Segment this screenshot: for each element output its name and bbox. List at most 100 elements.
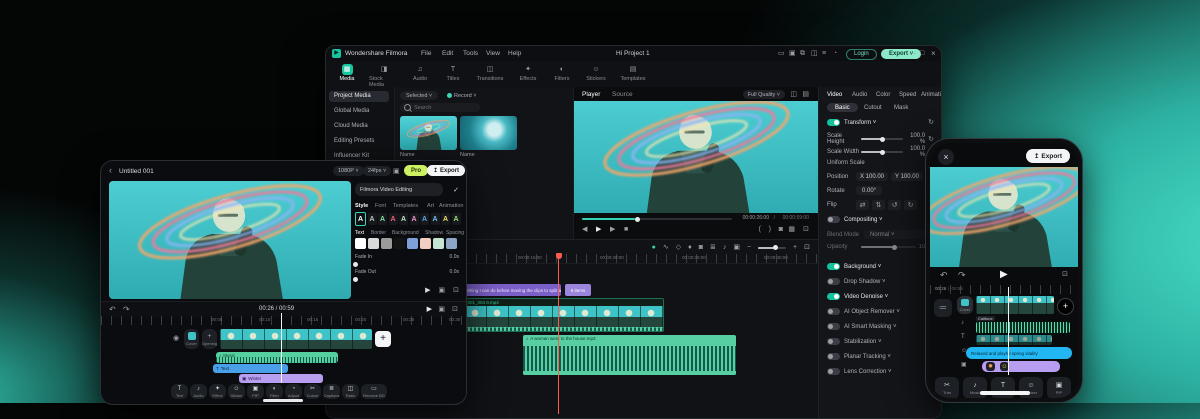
rail-cover-tile[interactable]: Cover [957, 296, 973, 314]
close-icon[interactable]: × [938, 149, 954, 165]
tool-trim[interactable]: ✂Trim [935, 377, 959, 398]
fullscreen-icon[interactable]: ⊡ [803, 226, 809, 233]
text-preset[interactable]: A [410, 213, 419, 225]
sidebar-item-cloud-media[interactable]: Cloud Media [334, 123, 368, 129]
tool-pip[interactable]: ▣PIP [1047, 377, 1071, 398]
flip-horizontal-icon[interactable]: ⇄ [856, 200, 869, 210]
opening-tile[interactable]: + Opening [202, 329, 217, 349]
timeline-zoom-slider[interactable] [758, 247, 786, 249]
tablet-video-clip[interactable] [220, 329, 372, 349]
color-swatch[interactable] [368, 238, 379, 249]
tab-source[interactable]: Source [612, 91, 633, 98]
mic-icon[interactable]: ♦ [688, 244, 692, 251]
color-swatch[interactable] [407, 238, 418, 249]
opacity-slider[interactable] [861, 246, 916, 248]
login-button[interactable]: Login [846, 49, 877, 60]
caption-group-clip[interactable]: 6 items [565, 284, 591, 296]
subtab-cutout[interactable]: Cutout [864, 105, 882, 111]
phone-video-clip[interactable] [976, 296, 1054, 314]
track-adjust-icon[interactable]: ≔ [934, 299, 952, 317]
prop-tab-animation[interactable]: Animation [921, 92, 942, 98]
tool-adjust[interactable]: ◔Adjust [285, 384, 302, 399]
position-x-field[interactable]: X 100.00 [856, 172, 888, 181]
record-voiceover-icon[interactable]: ● [652, 244, 656, 251]
tab-media[interactable]: ▦ Media [334, 64, 360, 88]
tab-filters[interactable]: ◐ Filters [550, 64, 574, 88]
audio-clip[interactable]: ♪ A woman went to the house.mp3 [523, 335, 736, 375]
rail-text-icon[interactable]: T [961, 334, 965, 340]
text-preset[interactable]: A [378, 213, 387, 225]
tablet-export-button[interactable]: ↥ Export [427, 165, 465, 176]
mark-in-icon[interactable]: ( [759, 226, 761, 233]
tab-player[interactable]: Player [582, 91, 600, 98]
position-y-field[interactable]: Y 100.00 [891, 172, 923, 181]
text-content-field[interactable]: Filmora Video Editing [355, 183, 443, 196]
confirm-check-icon[interactable]: ✓ [453, 186, 459, 194]
zoom-in-icon[interactable]: + [793, 244, 797, 251]
tab-font[interactable]: Font [375, 203, 386, 209]
rail-pip-icon[interactable]: ▣ [961, 362, 967, 368]
tool-captions[interactable]: ≣Captions [323, 384, 340, 399]
tab-audio[interactable]: ♫ Audio [408, 64, 432, 88]
flip-vertical-icon[interactable]: ⇅ [872, 200, 885, 210]
color-swatch[interactable] [420, 238, 431, 249]
track-manager-icon[interactable]: ▣ [438, 306, 445, 313]
media-item-video[interactable] [400, 116, 457, 150]
prev-frame-icon[interactable]: ◀ [582, 226, 587, 233]
ai-object-remover-toggle[interactable] [827, 308, 840, 315]
record-screen-icon[interactable]: ◔ [833, 50, 837, 57]
text-preset[interactable]: A [389, 213, 398, 225]
color-swatch[interactable] [433, 238, 444, 249]
tablet-playhead[interactable] [281, 313, 282, 383]
timeline-playhead[interactable] [558, 254, 559, 414]
play-icon[interactable]: ▶ [425, 287, 430, 294]
record-dropdown[interactable]: Record ˅ [447, 91, 476, 100]
tab-transitions[interactable]: ◫ Transitions [474, 64, 506, 88]
tool-cutout[interactable]: ✂Cutout [304, 384, 321, 399]
rotate-field[interactable]: 0.00° [856, 186, 882, 195]
background-toggle[interactable] [827, 263, 840, 270]
tab-text[interactable]: Text [355, 230, 364, 236]
keyframe-icon[interactable]: ◇ [676, 244, 681, 251]
sidebar-item-influencer-kit[interactable]: Influencer Kit [334, 153, 369, 159]
playback-progress-bar[interactable] [582, 218, 732, 220]
color-swatch[interactable] [355, 238, 366, 249]
stop-icon[interactable]: ■ [624, 226, 628, 233]
play-icon[interactable]: ▶ [596, 226, 601, 233]
close-icon[interactable]: × [931, 50, 936, 58]
progress-knob[interactable] [635, 217, 640, 222]
play-icon[interactable]: ▶ [427, 306, 432, 313]
tab-effects[interactable]: ✦ Effects [515, 64, 541, 88]
tab-stickers[interactable]: ☺ Stickers [583, 64, 609, 88]
reset-icon[interactable]: ↻ [928, 136, 934, 143]
ai-smart-masking-toggle[interactable] [827, 323, 840, 330]
track-visibility-eye-icon[interactable]: ◉ [173, 335, 179, 342]
fullscreen-icon[interactable]: ⊡ [452, 306, 458, 313]
redo-icon[interactable]: ↷ [123, 306, 130, 314]
sidebar-item-project-media[interactable]: Project Media [329, 91, 389, 102]
mark-out-icon[interactable]: ) [769, 226, 771, 233]
track-manager-icon[interactable]: ▣ [733, 244, 740, 251]
search-input[interactable]: Search [400, 103, 480, 112]
scale-height-slider[interactable] [861, 138, 903, 140]
tool-effect[interactable]: ✦Effect [209, 384, 226, 399]
tablet-ruler[interactable]: 00:05 00:10 00:15 00:20 00:25 00:30 [101, 316, 466, 325]
planar-tracking-toggle[interactable] [827, 353, 840, 360]
menu-edit[interactable]: Edit [442, 50, 453, 57]
subtab-mask[interactable]: Mask [894, 105, 908, 111]
compare-icon[interactable]: ▣ [439, 287, 446, 294]
text-preset[interactable]: A [420, 213, 429, 225]
zoom-out-icon[interactable]: − [747, 244, 751, 251]
phone-overlay-clip[interactable] [976, 335, 1052, 345]
color-swatch[interactable] [446, 238, 457, 249]
tab-spacing[interactable]: Spacing [446, 230, 464, 236]
sidebar-item-global-media[interactable]: Global Media [334, 108, 369, 114]
layout-icon[interactable]: ▣ [393, 168, 400, 175]
layout-icon-1[interactable]: ▭ [778, 50, 785, 57]
tool-text[interactable]: TText [171, 384, 188, 399]
playhead-handle[interactable] [556, 253, 562, 259]
fullscreen-icon[interactable]: ⊡ [453, 287, 459, 294]
tab-border[interactable]: Border [371, 230, 386, 236]
fps-dropdown[interactable]: 24fps ˅ [363, 166, 391, 176]
tab-background[interactable]: Background [392, 230, 419, 236]
